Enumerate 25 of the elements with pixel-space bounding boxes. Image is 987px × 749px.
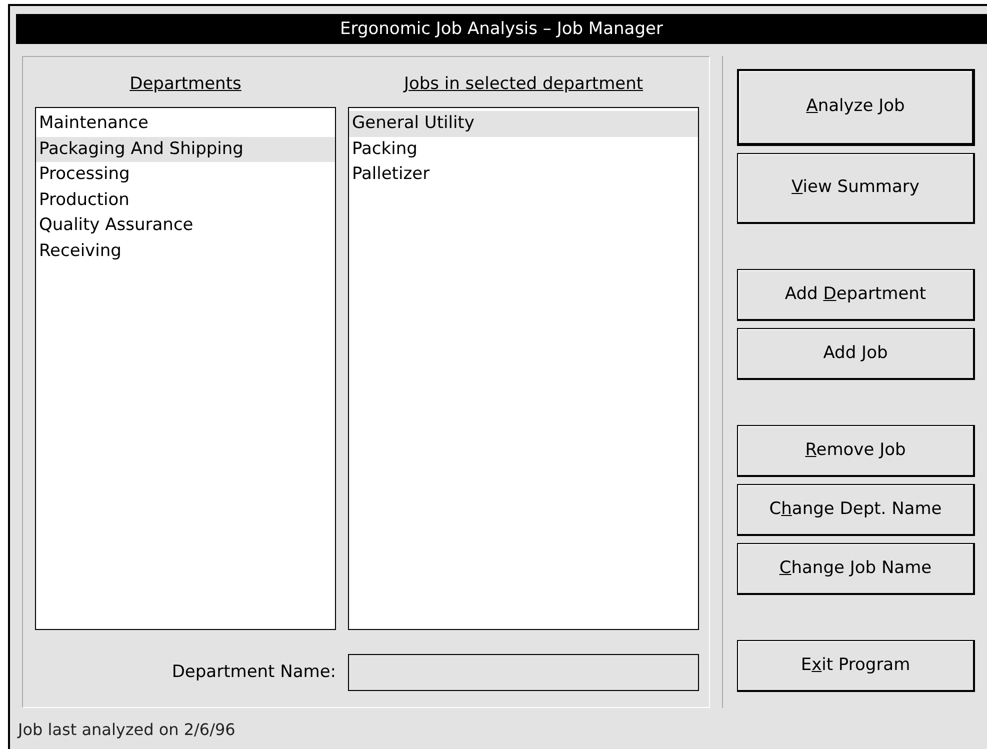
list-item[interactable]: Maintenance <box>36 111 335 136</box>
departments-list[interactable]: Maintenance Packaging And Shipping Processing Production Quality Assurance Receiving <box>35 107 336 630</box>
action-button[interactable]: Remove Job <box>737 425 975 477</box>
window-title: Ergonomic Job Analysis – Job Manager <box>16 14 987 44</box>
department-name-label: Department Name: <box>172 662 336 682</box>
action-button[interactable]: Add Job <box>737 328 975 380</box>
jobs-heading: Jobs in selected department <box>402 73 644 96</box>
action-button[interactable]: Exit Program <box>737 640 975 692</box>
list-item[interactable]: Packaging And Shipping <box>36 136 335 162</box>
list-item[interactable]: Production <box>36 188 335 213</box>
list-item[interactable]: Receiving <box>36 238 335 264</box>
status-text: Job last analyzed on 2/6/96 <box>16 719 236 741</box>
list-item[interactable]: Quality Assurance <box>36 213 335 238</box>
list-item[interactable]: General Utility <box>349 111 698 136</box>
jobs-list[interactable]: General Utility Packing Palletizer <box>348 107 699 630</box>
action-button[interactable]: Change Job Name <box>737 543 975 595</box>
list-item[interactable]: Processing <box>36 162 335 188</box>
action-button[interactable]: View Summary <box>737 153 975 224</box>
list-item[interactable]: Packing <box>349 136 698 162</box>
departments-heading: Departments <box>128 73 242 96</box>
department-name-field[interactable] <box>348 654 699 691</box>
action-button[interactable]: Change Dept. Name <box>737 484 975 536</box>
list-item[interactable]: Palletizer <box>349 162 698 188</box>
action-button[interactable]: Add Department <box>737 269 975 321</box>
action-button[interactable]: Analyze Job <box>737 69 975 146</box>
